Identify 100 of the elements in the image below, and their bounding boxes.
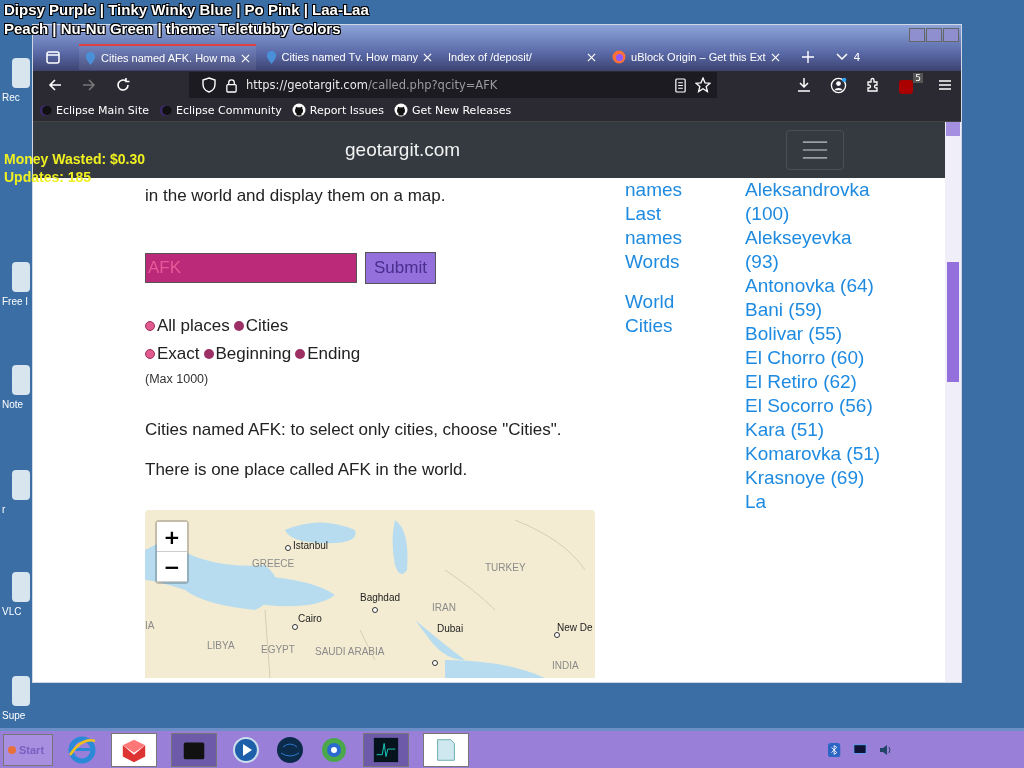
radio-button[interactable]	[145, 349, 155, 359]
browser-tab[interactable]: Cities named Tv. How many	[259, 44, 439, 70]
chevron-down-icon[interactable]	[835, 53, 848, 61]
map[interactable]: Istanbul GREECE TURKEY Baghdad IRAN Cairo IA LIBYA EGYPT SAUDI ARABIA Dubai New De INDIA + −	[145, 510, 595, 678]
github-logo-icon	[291, 103, 306, 117]
desktop-icon-label[interactable]: Supe	[2, 710, 26, 721]
puzzle-icon[interactable]	[865, 77, 881, 93]
radio-label[interactable]: Beginning	[215, 344, 292, 364]
bookmark-link[interactable]: Report Issues	[291, 103, 384, 117]
radio-label[interactable]: Exact	[157, 344, 200, 364]
intro-text: in the world and display them on a map.	[145, 186, 447, 206]
bookmark-link[interactable]: Eclipse Main Site	[39, 103, 149, 117]
bookmark-star-icon[interactable]	[695, 77, 711, 93]
close-tab-icon[interactable]	[587, 52, 597, 62]
city-link[interactable]: Bani (59)	[745, 298, 885, 322]
eclipse-logo-icon	[39, 103, 52, 117]
result-text: There is one place called AFK in the world.	[145, 460, 469, 480]
firefox-icon	[612, 50, 627, 64]
city-link[interactable]: Antonovka (64)	[745, 274, 885, 298]
shield-icon[interactable]	[201, 77, 217, 93]
site-title[interactable]: geotargit.com	[345, 139, 461, 161]
menu-toggle-button[interactable]	[786, 130, 845, 170]
desktop-icon-label[interactable]: Rec	[2, 92, 20, 103]
city-link[interactable]: El Chorro (60)	[745, 346, 885, 370]
map-pin-icon	[85, 51, 96, 65]
download-icon[interactable]	[796, 77, 812, 93]
desktop-icon-label[interactable]: Free I	[2, 296, 29, 307]
city-link[interactable]: Krasnoye (69)	[745, 466, 885, 490]
eclipse-logo-icon	[158, 103, 172, 117]
max-note: (Max 1000)	[145, 372, 210, 386]
radio-label[interactable]: Cities	[245, 316, 289, 336]
map-label: Dubai	[437, 623, 464, 634]
notepad-app-icon[interactable]	[423, 732, 469, 767]
bluetooth-icon[interactable]	[828, 741, 842, 758]
reader-view-icon[interactable]	[674, 77, 687, 93]
close-tab-icon[interactable]	[770, 52, 780, 62]
city-link[interactable]: Bolivar (55)	[745, 322, 885, 346]
radio-label[interactable]: All places	[157, 316, 230, 336]
waveform-app-icon[interactable]	[363, 732, 409, 767]
map-label: New De	[557, 622, 593, 633]
nav-link[interactable]: names	[625, 178, 695, 202]
reload-icon[interactable]	[115, 77, 131, 93]
tab-count-button[interactable]: 4	[835, 50, 861, 64]
radio-button[interactable]	[145, 321, 155, 331]
city-link[interactable]: Aleksandrovka (100)	[745, 178, 885, 226]
radio-button[interactable]	[233, 321, 244, 331]
url-text[interactable]: https://geotargit.com/called.php?qcity=AFK	[246, 78, 666, 92]
nav-link[interactable]: Last names	[625, 202, 695, 250]
new-tab-icon[interactable]	[801, 51, 814, 63]
browser-tab[interactable]: Cities named AFK. How ma	[79, 44, 256, 70]
map-label: SAUDI ARABIA	[315, 646, 385, 657]
map-label: IRAN	[432, 602, 456, 613]
radio-label[interactable]: Ending	[307, 344, 361, 364]
city-link[interactable]: Alekseyevka (93)	[745, 226, 885, 274]
map-label: LIBYA	[207, 640, 235, 651]
bookmark-link[interactable]: Eclipse Community	[158, 103, 282, 117]
browser-tab[interactable]: uBlock Origin – Get this Ext	[606, 44, 786, 70]
forward-icon[interactable]	[81, 77, 97, 93]
address-bar[interactable]: https://geotargit.com/called.php?qcity=AFK	[189, 72, 717, 98]
scrollbar[interactable]	[945, 122, 961, 682]
map-label: GREECE	[252, 558, 295, 569]
city-link[interactable]: El Retiro (62)	[745, 370, 885, 394]
close-tab-icon[interactable]	[423, 52, 433, 62]
map-label: Cairo	[298, 613, 322, 624]
close-tab-icon[interactable]	[240, 53, 250, 63]
zoom-in-button[interactable]: +	[157, 522, 187, 552]
radio-button[interactable]	[203, 349, 214, 359]
cube-app-icon[interactable]	[111, 732, 157, 767]
account-icon[interactable]	[830, 76, 847, 94]
map-pin-icon	[265, 50, 277, 64]
nav-link[interactable]: World Cities	[625, 290, 695, 338]
browser-tab[interactable]: Index of /deposit/	[442, 44, 603, 70]
city-link[interactable]: Komarovka (51)	[745, 442, 885, 466]
lock-icon[interactable]	[225, 77, 238, 93]
map-label: TURKEY	[485, 562, 526, 573]
submit-button[interactable]: Submit	[365, 252, 436, 284]
zoom-out-button[interactable]: −	[157, 552, 187, 582]
city-link[interactable]: La	[745, 490, 885, 514]
bookmark-link[interactable]: Get New Releases	[393, 103, 512, 117]
desktop-icon-label[interactable]: r	[2, 504, 6, 515]
menu-icon[interactable]	[937, 77, 953, 93]
desktop-icon-label[interactable]: VLC	[2, 606, 22, 617]
nav-link[interactable]: Words	[625, 250, 695, 274]
map-label: INDIA	[552, 660, 579, 671]
city-link[interactable]: El Socorro (56)	[745, 394, 885, 418]
radio-button[interactable]	[295, 349, 306, 359]
hamburger-menu-icon[interactable]	[802, 140, 829, 160]
globe-icon[interactable]	[275, 734, 305, 765]
desktop-icon-label[interactable]: Note	[2, 399, 24, 410]
map-label: Baghdad	[360, 592, 401, 603]
monitor-icon[interactable]	[852, 742, 868, 757]
map-label: IA	[145, 620, 155, 631]
tab-list-icon[interactable]	[45, 49, 61, 65]
github-logo-icon	[393, 103, 408, 117]
back-icon[interactable]	[47, 77, 63, 93]
box-app-icon[interactable]	[171, 732, 217, 767]
media-player-icon[interactable]	[231, 734, 261, 765]
city-link[interactable]: Kara (51)	[745, 418, 885, 442]
map-label: EGYPT	[261, 644, 295, 655]
map-label: Istanbul	[293, 540, 329, 551]
